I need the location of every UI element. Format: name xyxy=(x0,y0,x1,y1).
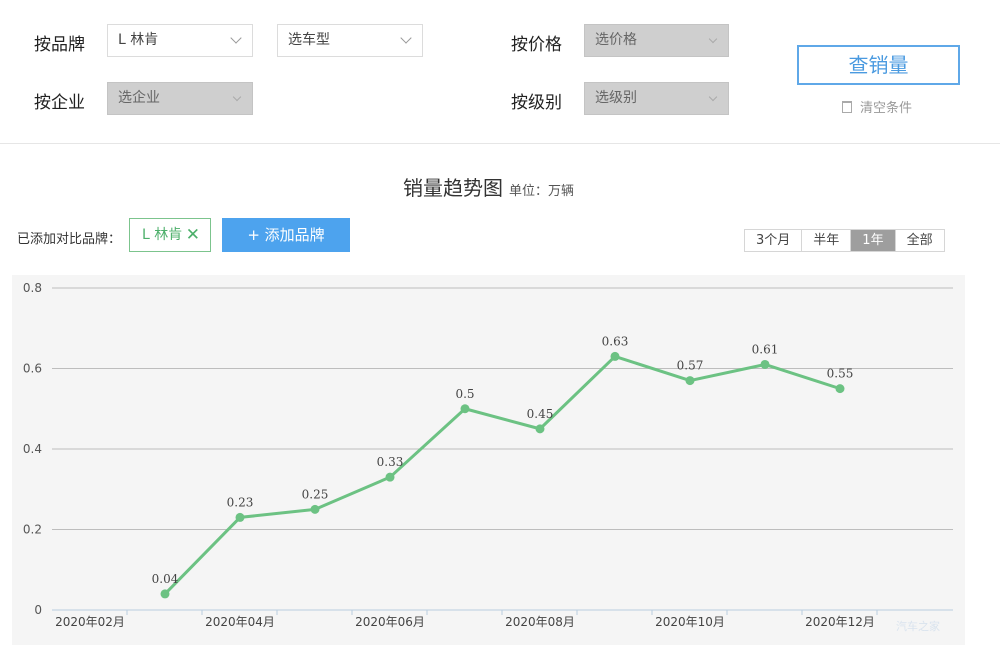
data-label: 0.63 xyxy=(602,334,629,348)
data-point xyxy=(535,424,545,434)
data-label: 0.25 xyxy=(302,487,329,501)
series-line xyxy=(163,354,841,595)
data-point xyxy=(310,504,320,514)
y-tick-label: 0.2 xyxy=(23,523,42,537)
watermark: 汽车之家 xyxy=(896,620,940,633)
x-tick-label: 2020年12月 xyxy=(805,615,875,629)
y-tick-label: 0.4 xyxy=(23,442,42,456)
y-tick-label: 0.8 xyxy=(23,281,42,295)
data-label: 0.04 xyxy=(152,572,179,586)
data-point xyxy=(760,359,770,369)
data-label: 0.33 xyxy=(377,455,404,469)
x-tick-label: 2020年02月 xyxy=(55,615,125,629)
data-label: 0.45 xyxy=(527,407,554,421)
data-point xyxy=(385,472,395,482)
x-tick-label: 2020年06月 xyxy=(355,615,425,629)
sales-trend-chart: 0 0.2 0.4 0.6 0.8 2020年02月 2020年04月 2020年06月 202… xyxy=(23,281,953,629)
data-label: 0.55 xyxy=(827,367,854,381)
data-label: 0.23 xyxy=(227,495,254,509)
data-point xyxy=(610,351,620,361)
data-label: 0.57 xyxy=(677,359,704,373)
data-label: 0.61 xyxy=(752,342,779,356)
data-point xyxy=(685,376,695,386)
data-point xyxy=(460,404,470,414)
data-label: 0.5 xyxy=(455,387,474,401)
data-point xyxy=(160,589,170,599)
data-point xyxy=(835,384,845,394)
x-tick-label: 2020年08月 xyxy=(505,615,575,629)
x-tick-label: 2020年04月 xyxy=(205,615,275,629)
x-tick-label: 2020年10月 xyxy=(655,615,725,629)
y-tick-label: 0 xyxy=(34,603,42,617)
data-point xyxy=(235,512,245,522)
y-tick-label: 0.6 xyxy=(23,362,42,376)
